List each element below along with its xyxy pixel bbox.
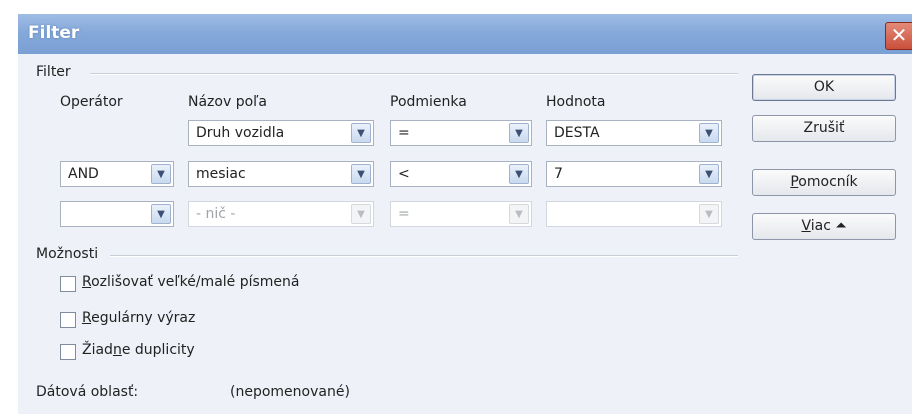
- chevron-down-icon[interactable]: ▼: [509, 164, 529, 184]
- chevron-down-icon[interactable]: ▼: [151, 204, 171, 224]
- more-button[interactable]: Viac ⏶: [752, 213, 896, 240]
- case-sensitive-checkbox[interactable]: [60, 276, 76, 292]
- data-range-value: (nepomenované): [230, 384, 350, 400]
- header-field-name: Názov poľa: [188, 94, 267, 110]
- condition-select-1[interactable]: = ▼: [390, 120, 532, 146]
- options-group-title: Možnosti: [36, 246, 99, 262]
- header-value: Hodnota: [546, 94, 606, 110]
- chevron-down-icon[interactable]: ▼: [699, 164, 719, 184]
- regex-label[interactable]: Regulárny výraz: [82, 310, 195, 326]
- operator-select-3[interactable]: ▼: [60, 201, 174, 227]
- cancel-button[interactable]: Zrušiť: [752, 115, 896, 142]
- field-name-select-3[interactable]: - nič - ▼: [188, 201, 374, 227]
- chevron-down-icon: ▼: [699, 204, 719, 224]
- filter-group-separator: [90, 73, 738, 75]
- condition-select-2[interactable]: < ▼: [390, 161, 532, 187]
- options-group-separator: [110, 255, 738, 257]
- header-operator: Operátor: [60, 94, 123, 110]
- case-sensitive-label[interactable]: Rozlišovať veľké/malé písmená: [82, 274, 300, 290]
- double-chevron-up-icon: ⏶: [835, 218, 847, 234]
- window-title: Filter: [28, 23, 80, 43]
- close-button[interactable]: ✕: [885, 22, 912, 50]
- header-condition: Podmienka: [390, 94, 467, 110]
- chevron-down-icon[interactable]: ▼: [351, 164, 371, 184]
- chevron-down-icon[interactable]: ▼: [509, 123, 529, 143]
- chevron-down-icon: ▼: [509, 204, 529, 224]
- field-name-select-2[interactable]: mesiac ▼: [188, 161, 374, 187]
- filter-group-title: Filter: [36, 64, 71, 80]
- value-input-3: ▼: [546, 201, 722, 227]
- data-range-label: Dátová oblasť:: [36, 384, 139, 400]
- filter-dialog: Filter ✕ Filter Operátor Názov poľa Podm…: [18, 14, 912, 414]
- field-name-select-1[interactable]: Druh vozidla ▼: [188, 120, 374, 146]
- chevron-down-icon[interactable]: ▼: [151, 164, 171, 184]
- chevron-down-icon[interactable]: ▼: [351, 123, 371, 143]
- title-bar: Filter ✕: [18, 14, 912, 54]
- ok-button[interactable]: OK: [752, 74, 896, 101]
- operator-select-2[interactable]: AND ▼: [60, 161, 174, 187]
- condition-select-3: = ▼: [390, 201, 532, 227]
- chevron-down-icon[interactable]: ▼: [699, 123, 719, 143]
- help-button[interactable]: Pomocník: [752, 169, 896, 196]
- close-icon: ✕: [890, 23, 908, 47]
- value-input-2[interactable]: 7 ▼: [546, 161, 722, 187]
- regex-checkbox[interactable]: [60, 312, 76, 328]
- chevron-down-icon: ▼: [351, 204, 371, 224]
- no-duplicates-label[interactable]: Žiadne duplicity: [82, 342, 195, 358]
- value-input-1[interactable]: DESTA ▼: [546, 120, 722, 146]
- no-duplicates-checkbox[interactable]: [60, 344, 76, 360]
